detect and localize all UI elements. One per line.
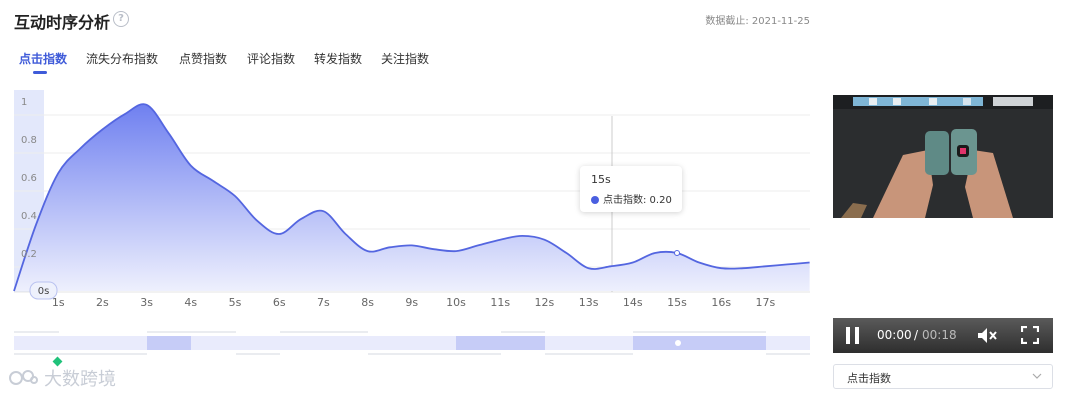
x-tick-label: 9s: [405, 296, 418, 309]
video-preview[interactable]: [833, 95, 1053, 218]
tab-churn-index[interactable]: 流失分布指数: [86, 50, 158, 67]
page-title: 互动时序分析: [14, 13, 111, 32]
x-tick-label: 3s: [140, 296, 153, 309]
tab-follow-index[interactable]: 关注指数: [381, 50, 429, 67]
x-tick-label: 5s: [229, 296, 242, 309]
x-tick-label: 4s: [184, 296, 197, 309]
video-frame-image: [833, 95, 1053, 218]
mute-icon[interactable]: [977, 327, 999, 344]
y-tick-label: 0.2: [21, 249, 37, 260]
video-time-separator: /: [914, 328, 919, 342]
x-axis-ticks: 1s 2s 3s 4s 5s 6s 7s 8s 9s 10s 11s 12s 13s 14s 15s 16s 1…: [52, 296, 776, 309]
y-tick-label: 1: [21, 97, 27, 108]
tooltip-value: 点击指数: 0.20: [603, 195, 672, 206]
watermark: 大数跨境: [8, 365, 116, 391]
chevron-down-icon: [1032, 373, 1042, 379]
watermark-logo-icon: [9, 370, 38, 385]
x-tick-label: 15s: [667, 296, 687, 309]
x-tick-label: 2s: [96, 296, 109, 309]
chart-tooltip: 15s 点击指数: 0.20: [580, 166, 682, 212]
y-tick-label: 0.4: [21, 211, 37, 222]
x-tick-label: 10s: [446, 296, 466, 309]
tab-comment-index[interactable]: 评论指数: [247, 50, 295, 67]
tab-click-index[interactable]: 点击指数: [19, 50, 67, 67]
click-index-chart[interactable]: 0.20.40.60.81 1s 2s 3s 4s 5s 6s 7s 8s 9s 10s 11s 12…: [0, 80, 820, 360]
metric-select[interactable]: 点击指数: [833, 364, 1053, 389]
x-tick-label: 8s: [361, 296, 374, 309]
x-tick-label: 16s: [711, 296, 731, 309]
x-tick-label: 13s: [579, 296, 599, 309]
help-icon[interactable]: ?: [113, 11, 129, 27]
x-tick-label: 7s: [317, 296, 330, 309]
y-tick-label: 0.6: [21, 173, 37, 184]
timeline-brush[interactable]: [14, 331, 810, 355]
tooltip-time: 15s: [591, 173, 611, 186]
area-fill: [14, 104, 810, 291]
video-controls: 00:00 / 00:18: [833, 318, 1053, 353]
pause-icon[interactable]: [845, 327, 861, 344]
fullscreen-icon[interactable]: [1021, 326, 1039, 344]
series-dot-icon: [591, 196, 599, 204]
metric-select-value: 点击指数: [847, 372, 891, 385]
current-time-label: 0s: [38, 286, 50, 297]
y-tick-label: 0.8: [21, 135, 37, 146]
tab-share-index[interactable]: 转发指数: [314, 50, 362, 67]
video-current-time: 00:00: [877, 328, 912, 342]
watermark-text: 大数跨境: [44, 369, 116, 390]
data-as-of: 数据截止: 2021-11-25: [705, 16, 810, 27]
tab-like-index[interactable]: 点赞指数: [179, 50, 227, 67]
hover-point[interactable]: [674, 250, 680, 256]
x-tick-label: 17s: [756, 296, 776, 309]
x-tick-label: 12s: [535, 296, 555, 309]
x-tick-label: 14s: [623, 296, 643, 309]
x-tick-label: 6s: [273, 296, 286, 309]
x-tick-label: 11s: [490, 296, 510, 309]
active-tab-underline: [33, 71, 47, 74]
video-duration: 00:18: [922, 328, 957, 342]
